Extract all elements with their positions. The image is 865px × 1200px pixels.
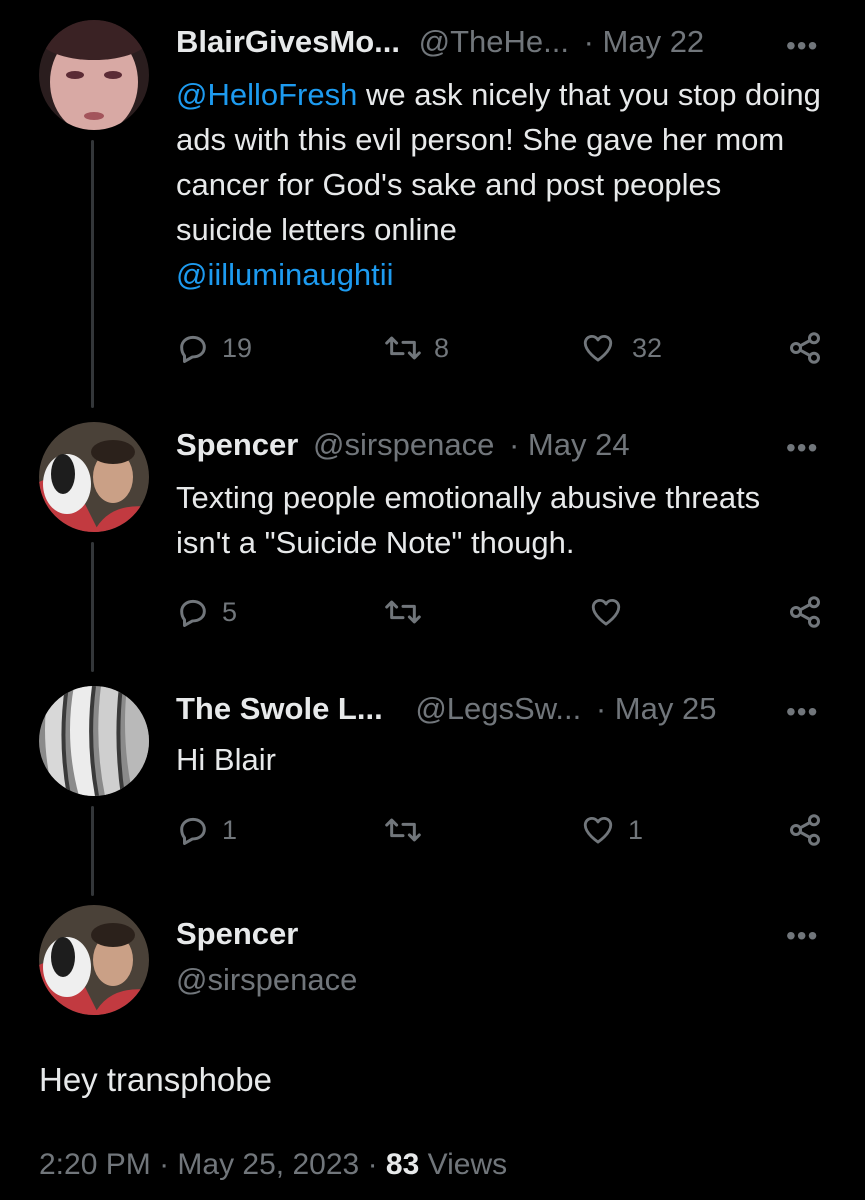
share-icon — [790, 332, 820, 364]
share-button[interactable] — [787, 592, 823, 632]
like-count: 32 — [632, 332, 663, 363]
thread-line — [91, 140, 94, 408]
display-name[interactable]: Spencer — [176, 427, 298, 462]
retweet-icon — [385, 818, 421, 842]
share-icon — [790, 596, 820, 628]
separator: · — [159, 1148, 170, 1181]
thread-line — [91, 806, 94, 896]
tweet-text: Hi Blair — [176, 742, 276, 777]
more-icon[interactable]: ••• — [786, 922, 818, 950]
like-button[interactable]: 1 — [580, 810, 643, 850]
more-icon[interactable]: ••• — [786, 32, 818, 60]
like-button[interactable] — [588, 592, 636, 632]
avatar-blair[interactable] — [39, 20, 149, 130]
views-label[interactable]: Views — [428, 1148, 507, 1181]
more-icon[interactable]: ••• — [786, 434, 818, 462]
reply-count: 19 — [222, 332, 253, 363]
like-button[interactable]: 32 — [580, 328, 662, 368]
reply-button[interactable]: 19 — [176, 328, 252, 368]
handle[interactable]: @sirspenace — [176, 960, 357, 1000]
display-name[interactable]: BlairGivesMo... — [176, 24, 400, 59]
heart-icon — [591, 598, 621, 626]
retweet-button[interactable] — [384, 592, 434, 632]
tweet-date[interactable]: · May 24 — [509, 427, 630, 462]
tweet-text: @HelloFresh we ask nicely that you stop … — [176, 72, 826, 297]
mention-link[interactable]: @HelloFresh — [176, 77, 357, 112]
mention-link[interactable]: @iilluminaughtii — [176, 257, 394, 292]
retweet-icon — [385, 336, 421, 360]
share-button[interactable] — [787, 328, 823, 368]
avatar-spencer[interactable] — [39, 905, 149, 1015]
display-name[interactable]: The Swole L... — [176, 691, 383, 726]
tweet-header: Spencer @sirspenace · May 24 — [176, 425, 630, 465]
reply-count: 5 — [222, 596, 238, 627]
tweet-text: Texting people emotionally abusive threa… — [176, 480, 761, 560]
reply-button[interactable]: 5 — [176, 592, 237, 632]
more-icon[interactable]: ••• — [786, 698, 818, 726]
views-count[interactable]: 83 — [386, 1148, 419, 1181]
retweet-icon — [385, 600, 421, 624]
heart-icon — [583, 816, 613, 844]
retweet-button[interactable]: 8 — [384, 328, 449, 368]
reply-icon — [180, 335, 206, 363]
share-icon — [790, 814, 820, 846]
tweet-date[interactable]: May 25, 2023 — [177, 1148, 359, 1181]
retweet-button[interactable] — [384, 810, 434, 850]
reply-icon — [180, 817, 206, 845]
tweet-time[interactable]: 2:20 PM — [39, 1148, 151, 1181]
tweet-date[interactable]: · May 22 — [584, 24, 705, 59]
handle[interactable]: @sirspenace — [313, 427, 494, 462]
tweet-meta: 2:20 PM · May 25, 2023 · 83 Views — [39, 1145, 507, 1185]
handle[interactable]: @LegsSw... — [415, 691, 581, 726]
like-count: 1 — [628, 814, 644, 845]
share-button[interactable] — [787, 810, 823, 850]
avatar-swole[interactable] — [39, 686, 149, 796]
reply-icon — [180, 599, 206, 627]
thread-line — [91, 542, 94, 672]
tweet-date[interactable]: · May 25 — [596, 691, 717, 726]
handle[interactable]: @TheHe... — [419, 24, 569, 59]
separator: · — [367, 1148, 378, 1181]
reply-count: 1 — [222, 814, 238, 845]
reply-button[interactable]: 1 — [176, 810, 237, 850]
tweet-header: BlairGivesMo... @TheHe... · May 22 — [176, 22, 704, 62]
retweet-count: 8 — [434, 332, 450, 363]
tweet-header: The Swole L... @LegsSw... · May 25 — [176, 689, 716, 729]
avatar-spencer[interactable] — [39, 422, 149, 532]
display-name[interactable]: Spencer — [176, 914, 298, 954]
heart-icon — [583, 334, 613, 362]
tweet-text: Hey transphobe — [39, 1061, 272, 1098]
